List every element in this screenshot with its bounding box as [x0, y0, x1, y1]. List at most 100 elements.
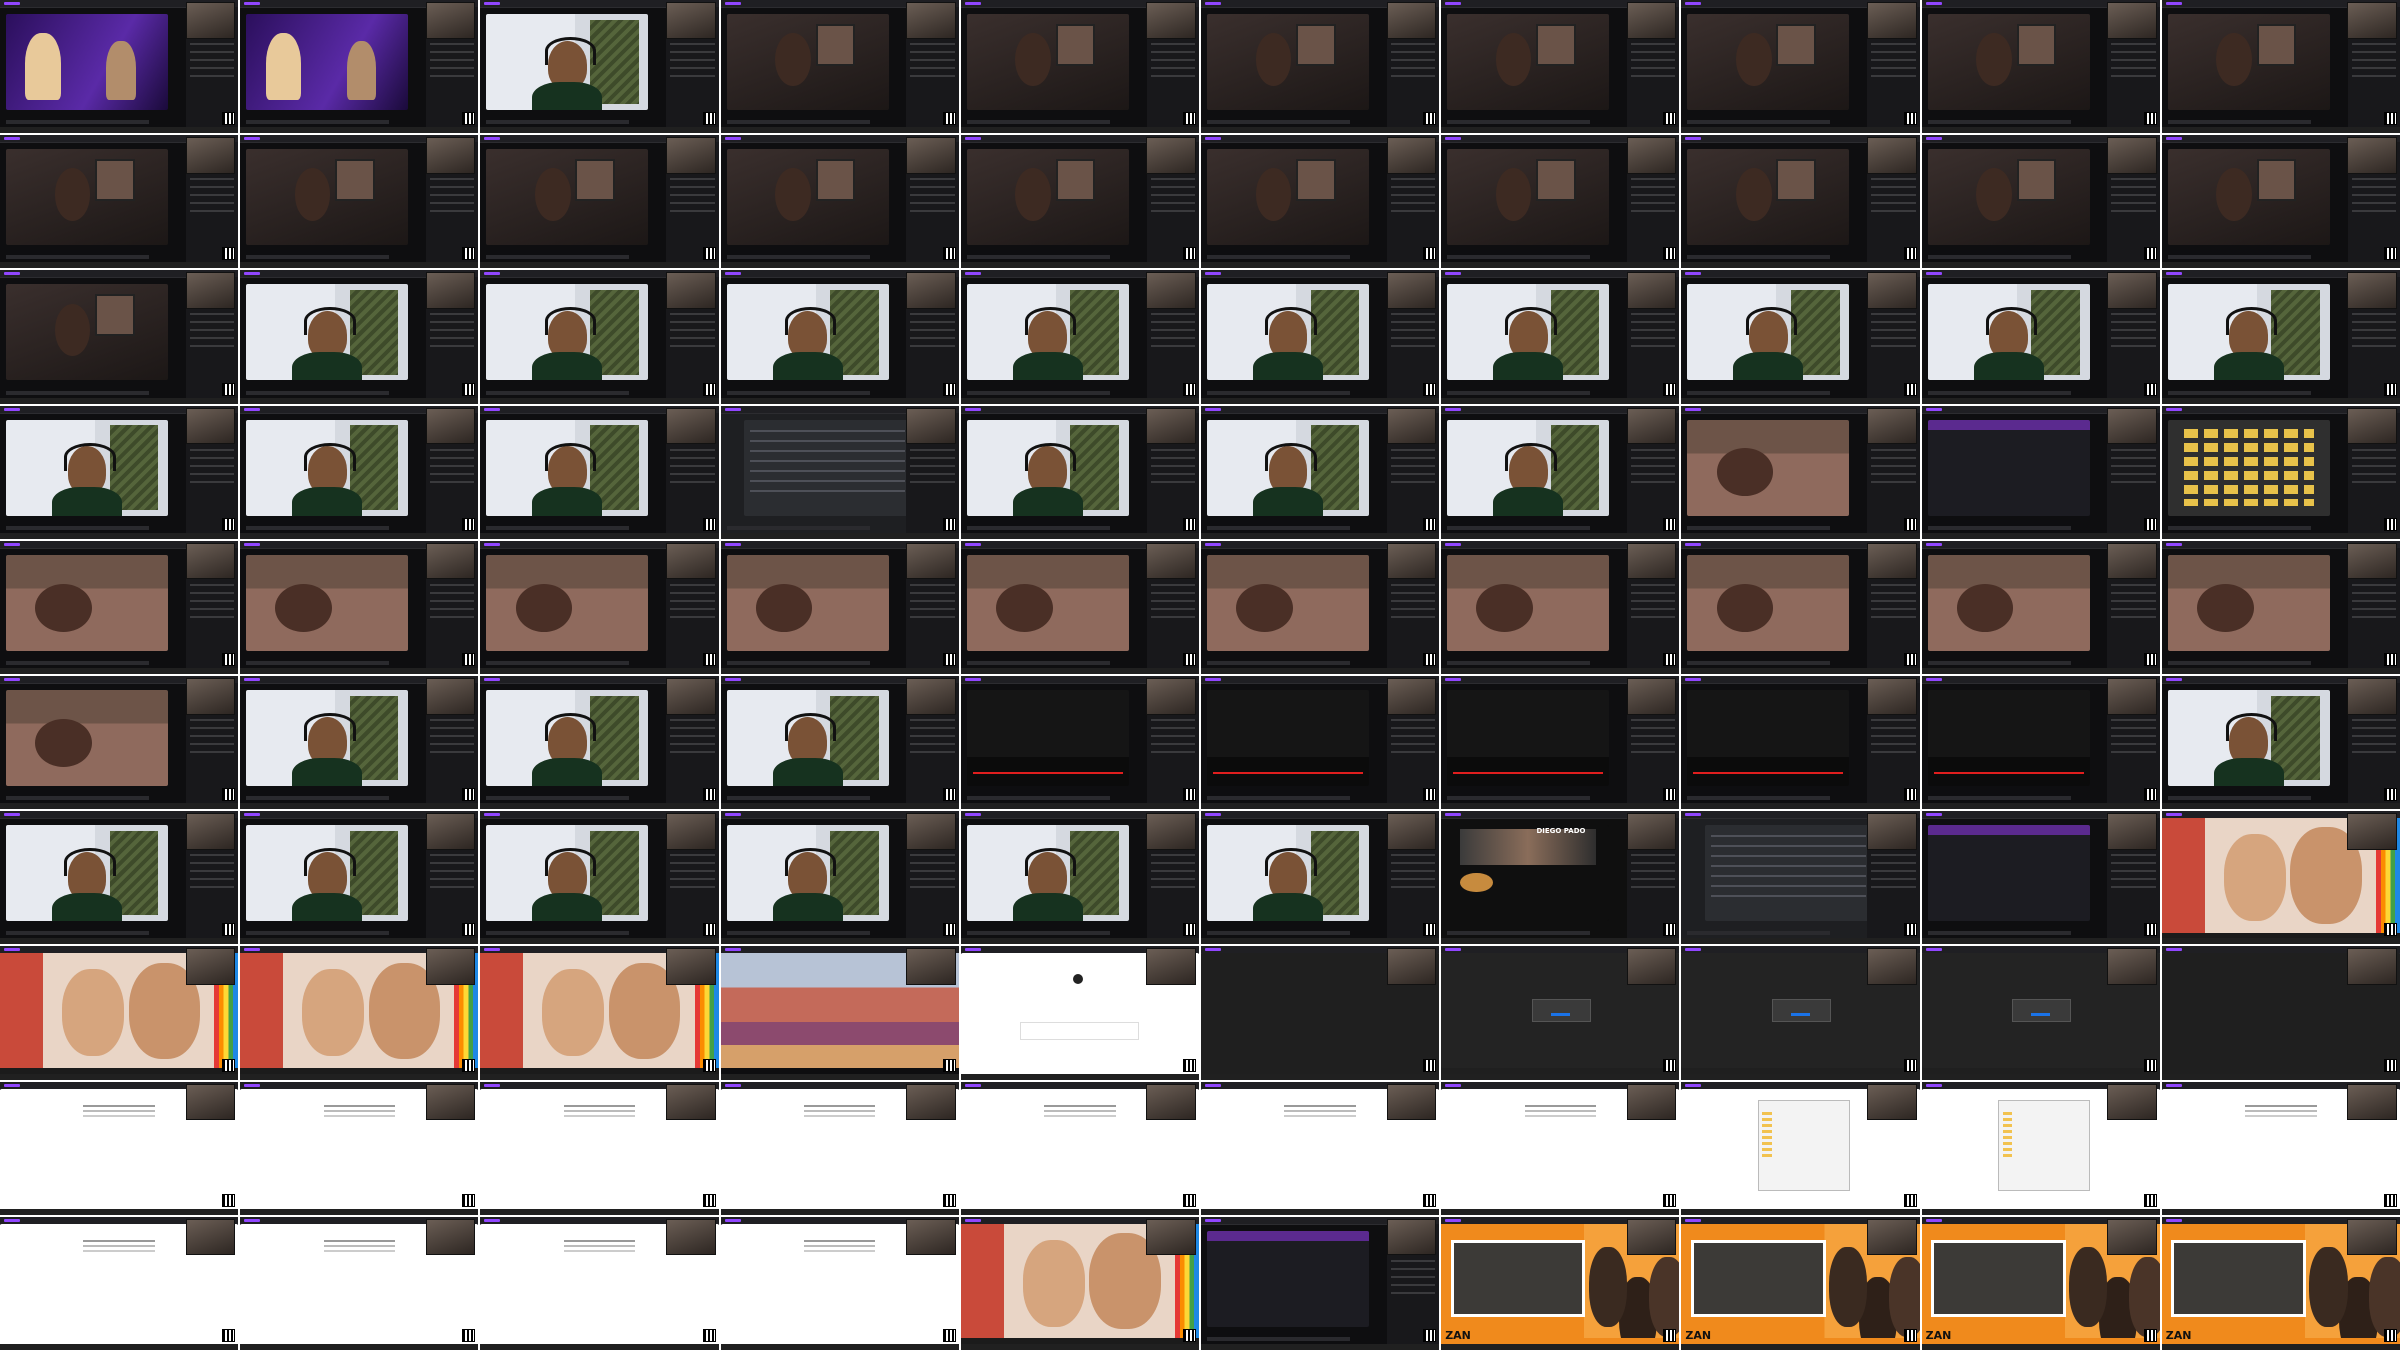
thumbnail-bright[interactable] — [2161, 675, 2400, 810]
thumbnail-white[interactable] — [0, 1081, 239, 1215]
thumbnail-emoji[interactable] — [960, 1216, 1199, 1350]
thumbnail-bright[interactable] — [240, 405, 479, 539]
thumbnail-bed[interactable] — [240, 540, 479, 674]
thumbnail-studio[interactable] — [240, 0, 479, 134]
thumbnail-mountain[interactable] — [720, 946, 959, 1080]
thumbnail-bright[interactable] — [960, 405, 1199, 539]
thumbnail-bright[interactable] — [1921, 270, 2160, 404]
thumbnail-bright[interactable] — [480, 811, 719, 945]
thumbnail-white[interactable] — [1441, 1081, 1680, 1215]
thumbnail-explorer[interactable] — [1681, 1081, 1920, 1215]
thumbnail-bright[interactable] — [1441, 405, 1680, 539]
thumbnail-dark[interactable] — [480, 135, 719, 269]
thumbnail-blank[interactable] — [2161, 946, 2400, 1080]
thumbnail-modal[interactable] — [1441, 946, 1680, 1080]
thumbnail-dark[interactable] — [1441, 135, 1680, 269]
thumbnail-studio[interactable] — [0, 0, 239, 134]
thumbnail-bright[interactable] — [2161, 270, 2400, 404]
thumbnail-dark[interactable] — [1681, 0, 1920, 134]
thumbnail-bright[interactable] — [240, 270, 479, 404]
thumbnail-blank[interactable] — [1200, 946, 1440, 1080]
thumbnail-bed[interactable] — [720, 540, 959, 674]
thumbnail-dark[interactable] — [1200, 0, 1440, 134]
thumbnail-white[interactable] — [480, 1081, 719, 1215]
thumbnail-dark[interactable] — [2161, 135, 2400, 269]
thumbnail-settings[interactable] — [1921, 811, 2160, 945]
thumbnail-bright[interactable] — [720, 811, 959, 945]
thumbnail-bright[interactable] — [0, 405, 239, 539]
thumbnail-bed[interactable] — [1681, 405, 1920, 539]
thumbnail-bright[interactable] — [0, 811, 239, 945]
thumbnail-white[interactable] — [480, 1216, 719, 1350]
thumbnail-explorer[interactable] — [1921, 1081, 2160, 1215]
thumbnail-dark[interactable] — [0, 135, 239, 269]
thumbnail-dark[interactable] — [1200, 135, 1440, 269]
thumbnail-dark[interactable] — [1921, 0, 2160, 134]
thumbnail-modal[interactable] — [1921, 946, 2160, 1080]
thumbnail-banner[interactable]: ZAN — [1921, 1216, 2160, 1350]
thumbnail-chatapp[interactable] — [1681, 811, 1920, 945]
thumbnail-white[interactable] — [240, 1216, 479, 1350]
thumbnail-bed[interactable] — [480, 540, 719, 674]
thumbnail-white[interactable] — [960, 1081, 1199, 1215]
thumbnail-player[interactable] — [1441, 675, 1680, 810]
thumbnail-bed[interactable] — [2161, 540, 2400, 674]
thumbnail-chatapp[interactable] — [720, 405, 959, 539]
thumbnail-bright[interactable] — [240, 675, 479, 810]
thumbnail-white[interactable] — [240, 1081, 479, 1215]
thumbnail-bright[interactable] — [1200, 270, 1440, 404]
thumbnail-bright[interactable] — [480, 0, 719, 134]
thumbnail-bed[interactable] — [0, 675, 239, 810]
thumbnail-player[interactable] — [1200, 675, 1440, 810]
thumbnail-bright[interactable] — [480, 405, 719, 539]
thumbnail-emoji[interactable] — [240, 946, 479, 1080]
thumbnail-white[interactable] — [1200, 1081, 1440, 1215]
thumbnail-bed[interactable] — [1441, 540, 1680, 674]
thumbnail-bright[interactable] — [960, 270, 1199, 404]
thumbnail-modal[interactable] — [1681, 946, 1920, 1080]
thumbnail-youtube[interactable]: DIEGO PADO — [1441, 811, 1680, 945]
thumbnail-bright[interactable] — [1200, 811, 1440, 945]
thumbnail-bright[interactable] — [720, 675, 959, 810]
thumbnail-banner[interactable]: ZAN — [2161, 1216, 2400, 1350]
thumbnail-white[interactable] — [0, 1216, 239, 1350]
thumbnail-bright[interactable] — [480, 675, 719, 810]
thumbnail-bright[interactable] — [720, 270, 959, 404]
thumbnail-dark[interactable] — [1921, 135, 2160, 269]
thumbnail-bright[interactable] — [1441, 270, 1680, 404]
thumbnail-bed[interactable] — [1921, 540, 2160, 674]
thumbnail-bed[interactable] — [1681, 540, 1920, 674]
thumbnail-white[interactable] — [720, 1081, 959, 1215]
thumbnail-dark[interactable] — [960, 135, 1199, 269]
thumbnail-settings[interactable] — [1921, 405, 2160, 539]
thumbnail-bright[interactable] — [1681, 270, 1920, 404]
thumbnail-settings[interactable] — [1200, 1216, 1440, 1350]
thumbnail-emoji[interactable] — [2161, 811, 2400, 945]
thumbnail-dark[interactable] — [1441, 0, 1680, 134]
thumbnail-bright[interactable] — [240, 811, 479, 945]
thumbnail-bright[interactable] — [1200, 405, 1440, 539]
thumbnail-dark[interactable] — [720, 135, 959, 269]
thumbnail-emoji[interactable] — [0, 946, 239, 1080]
thumbnail-dark[interactable] — [2161, 0, 2400, 134]
thumbnail-bed[interactable] — [0, 540, 239, 674]
thumbnail-dark[interactable] — [960, 0, 1199, 134]
thumbnail-bed[interactable] — [1200, 540, 1440, 674]
thumbnail-player[interactable] — [1681, 675, 1920, 810]
thumbnail-dark[interactable] — [1681, 135, 1920, 269]
thumbnail-emoji[interactable] — [480, 946, 719, 1080]
thumbnail-login[interactable] — [960, 946, 1199, 1080]
thumbnail-dark[interactable] — [240, 135, 479, 269]
thumbnail-player[interactable] — [960, 675, 1199, 810]
thumbnail-dark[interactable] — [0, 270, 239, 404]
thumbnail-player[interactable] — [1921, 675, 2160, 810]
thumbnail-bright[interactable] — [960, 811, 1199, 945]
thumbnail-banner[interactable]: ZAN — [1441, 1216, 1680, 1350]
thumbnail-bright[interactable] — [480, 270, 719, 404]
thumbnail-dark[interactable] — [720, 0, 959, 134]
thumbnail-banner[interactable]: ZAN — [1681, 1216, 1920, 1350]
thumbnail-white[interactable] — [2161, 1081, 2400, 1215]
thumbnail-white[interactable] — [720, 1216, 959, 1350]
thumbnail-bed[interactable] — [960, 540, 1199, 674]
thumbnail-folders[interactable] — [2161, 405, 2400, 539]
